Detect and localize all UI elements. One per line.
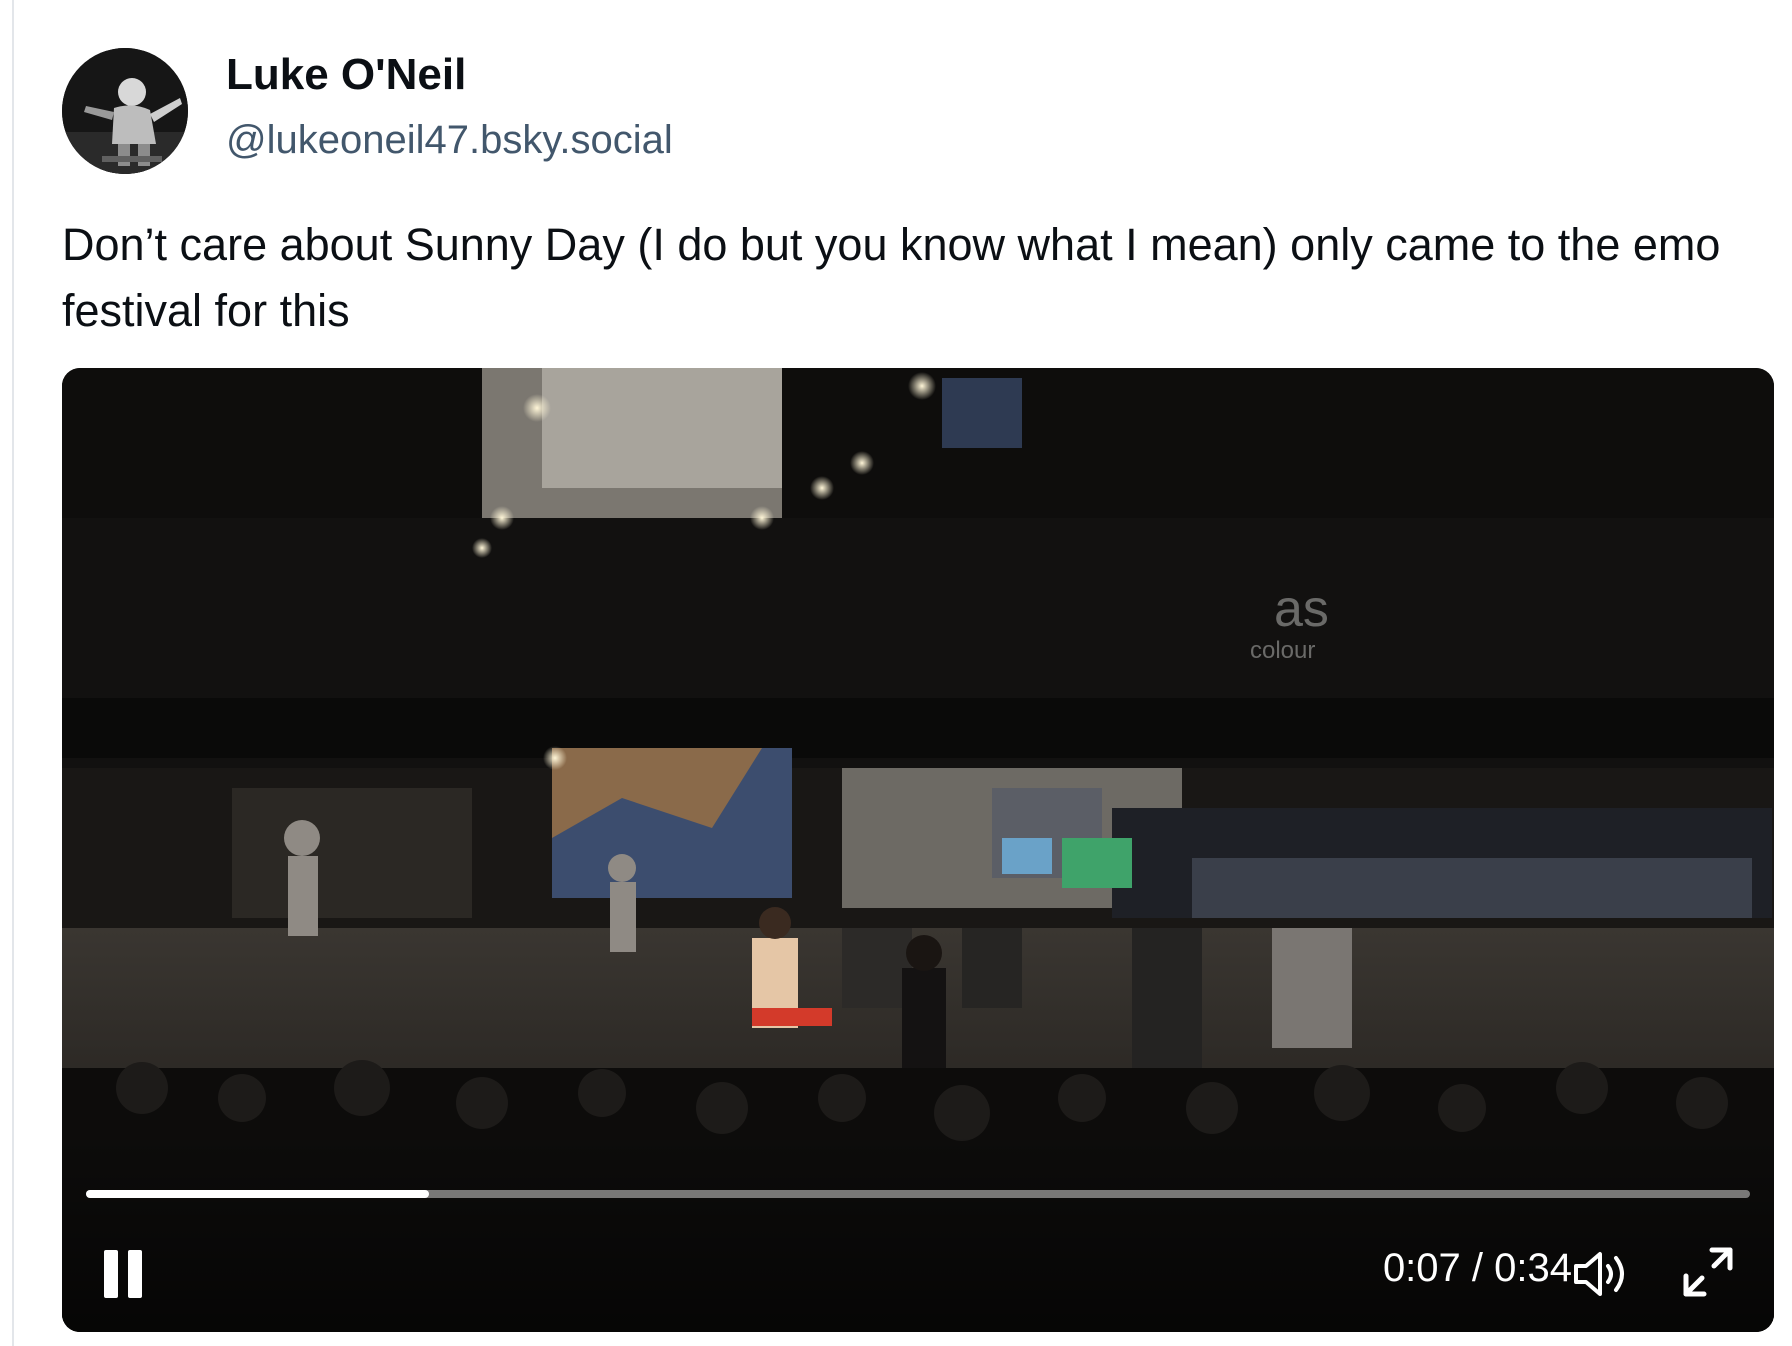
thread-divider — [12, 0, 14, 1346]
time-separator: / — [1460, 1246, 1495, 1290]
author-handle[interactable]: @lukeoneil47.bsky.social — [226, 118, 673, 163]
volume-button[interactable] — [1570, 1244, 1634, 1304]
author-avatar[interactable] — [62, 48, 188, 174]
progress-bar-fill — [86, 1190, 429, 1198]
fullscreen-button[interactable] — [1680, 1244, 1736, 1300]
signage-logo-mark: as — [1274, 580, 1329, 638]
video-player[interactable]: as colour 0:07 / 0:34 — [62, 368, 1774, 1332]
current-time: 0:07 — [1382, 1246, 1461, 1290]
signage-logo-word: colour — [1250, 637, 1315, 664]
author-display-name[interactable]: Luke O'Neil — [226, 50, 466, 100]
progress-bar[interactable] — [86, 1190, 1750, 1198]
avatar-photo — [62, 48, 188, 174]
expand-fullscreen-icon — [1683, 1247, 1733, 1297]
time-display: 0:07 / 0:34 — [1312, 1246, 1572, 1291]
pause-button[interactable] — [102, 1246, 158, 1302]
post-text: Don’t care about Sunny Day (I do but you… — [62, 219, 1721, 336]
controls-overlay — [62, 1132, 1774, 1332]
duration: 0:34 — [1494, 1246, 1572, 1290]
speaker-volume-icon — [1574, 1252, 1624, 1296]
pause-icon — [104, 1250, 142, 1298]
